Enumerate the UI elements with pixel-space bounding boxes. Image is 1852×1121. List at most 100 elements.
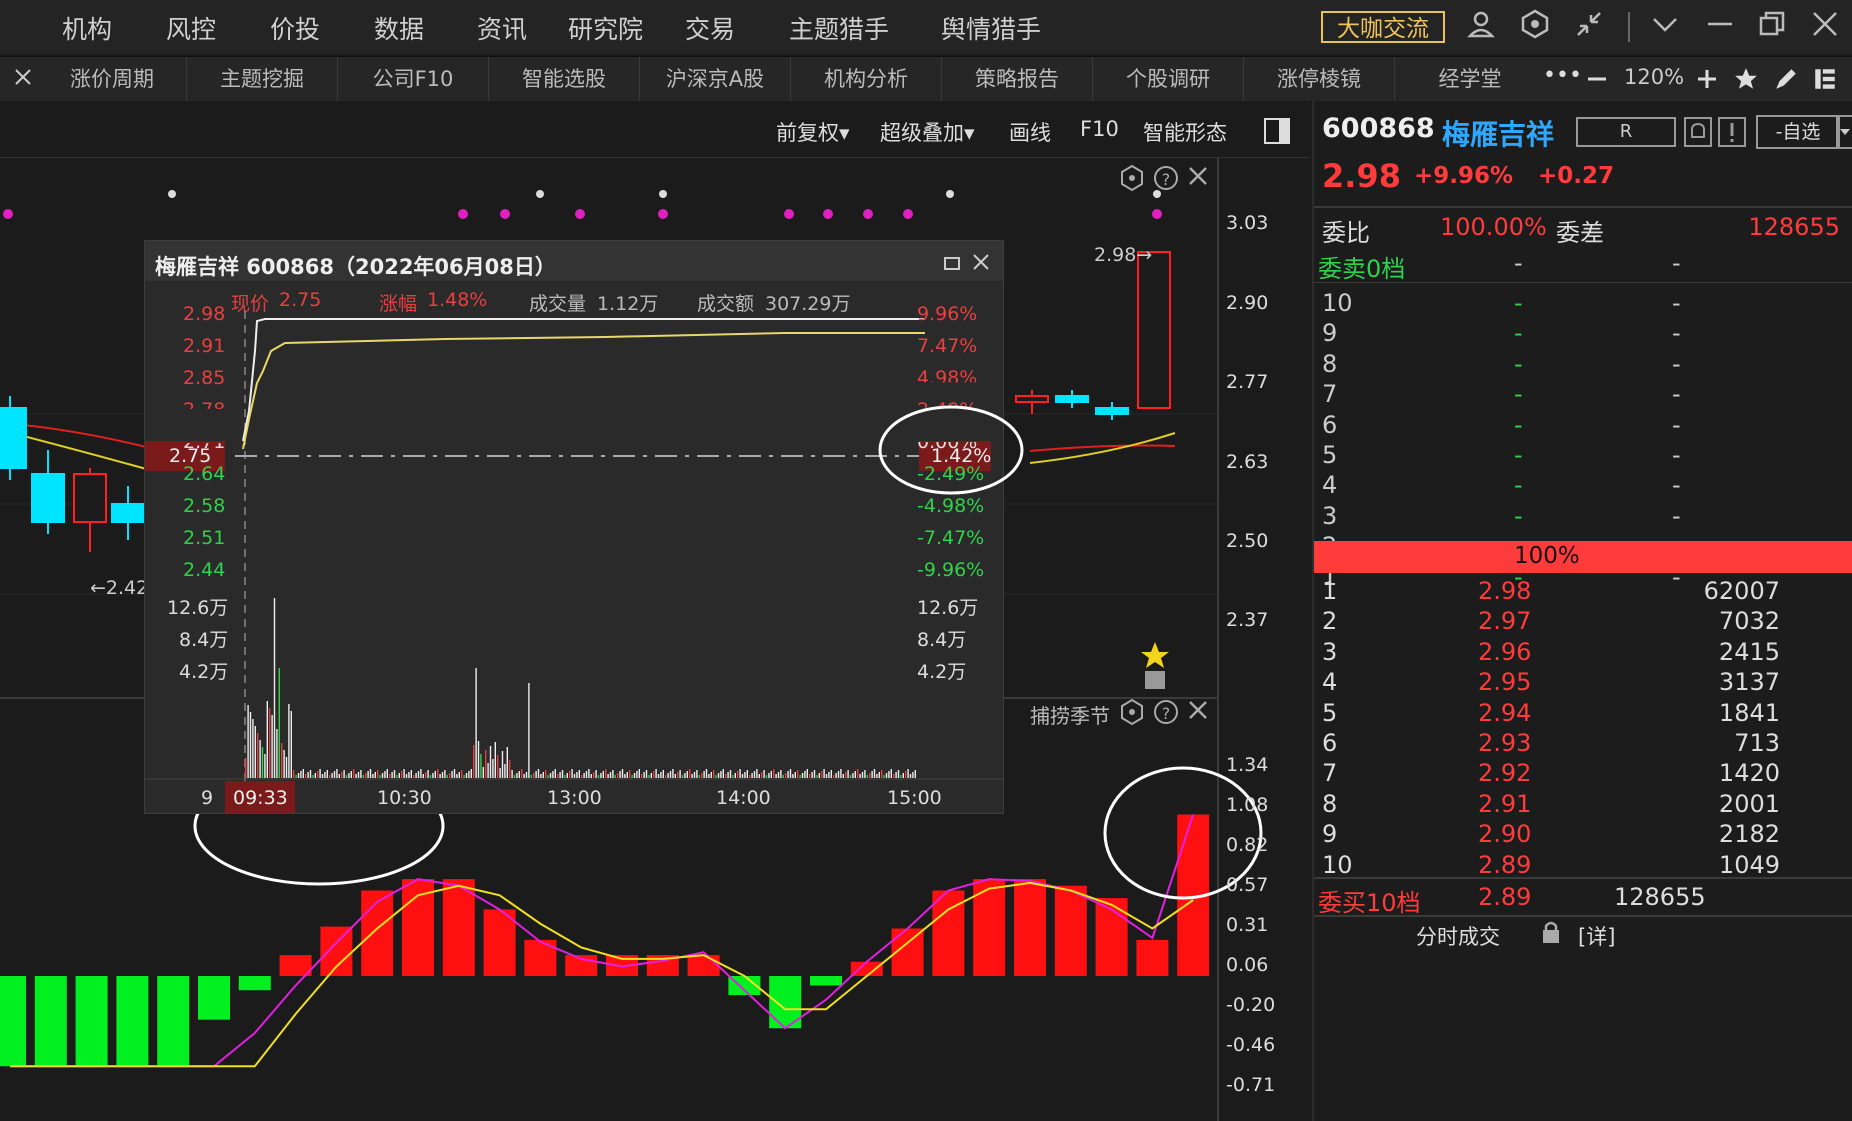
ask-volume: - <box>1672 441 1681 469</box>
buy-footer-vol: 128655 <box>1614 883 1706 911</box>
popup-volume-bar <box>384 771 386 778</box>
watchlist-dropdown-icon[interactable] <box>1836 115 1852 153</box>
candle-body <box>73 473 107 523</box>
popup-volume-bar <box>605 769 607 778</box>
zoom-out-icon[interactable] <box>1585 67 1609 95</box>
tab-jingxuetang[interactable]: 经学堂 <box>1395 57 1545 101</box>
popup-volume-bar <box>324 772 326 778</box>
popup-volume-bar <box>441 772 444 778</box>
popup-volume-bar <box>729 770 732 778</box>
popup-left-axis: 2.85 <box>183 367 226 389</box>
pen-icon[interactable] <box>1773 66 1799 96</box>
tick-trade-tab[interactable]: 分时成交 <box>1416 921 1500 951</box>
tab-zhangjia[interactable]: 涨价周期 <box>38 57 187 101</box>
draw-line-button[interactable]: 画线 <box>1009 117 1051 147</box>
popup-volume-bar <box>497 755 499 778</box>
popup-volume-bar <box>777 772 780 778</box>
close-tab-icon[interactable] <box>12 66 34 92</box>
settings-hex-icon[interactable] <box>1520 9 1550 46</box>
popup-volume-bar <box>765 775 768 778</box>
star-icon[interactable] <box>1733 66 1759 96</box>
tab-xuangu[interactable]: 智能选股 <box>489 57 640 101</box>
tab-celue[interactable]: 策略报告 <box>942 57 1093 101</box>
event-star-icon[interactable] <box>1141 642 1169 689</box>
popup-volume-bar <box>420 769 422 778</box>
popup-vol-axis: 8.4万 <box>179 629 229 651</box>
popup-volume-bar <box>269 708 271 778</box>
watchlist-button[interactable]: -自选 <box>1756 115 1840 149</box>
warning-icon[interactable] <box>1718 117 1746 151</box>
more-tabs-button[interactable]: ••• <box>1543 63 1582 88</box>
close-window-icon[interactable] <box>1810 9 1840 46</box>
menu-item-jiaoyi[interactable]: 交易 <box>685 10 735 46</box>
intraday-chart[interactable] <box>145 241 1003 813</box>
stock-name[interactable]: 梅雁吉祥 <box>1442 113 1554 153</box>
detail-link[interactable]: [详] <box>1578 921 1615 951</box>
menu-item-fengkong[interactable]: 风控 <box>166 10 216 46</box>
popup-volume-bar <box>617 773 619 778</box>
popup-volume-bar <box>770 771 772 778</box>
popup-volume-bar <box>768 773 770 778</box>
shrink-icon[interactable] <box>1574 9 1604 46</box>
ask-price: - <box>1514 471 1523 500</box>
restore-icon[interactable] <box>1757 9 1787 46</box>
menu-item-jigou[interactable]: 机构 <box>62 10 112 46</box>
f10-button[interactable]: F10 <box>1080 117 1119 141</box>
popup-volume-bar <box>408 772 410 778</box>
daka-button[interactable]: 大咖交流 <box>1321 11 1445 43</box>
ask-volume: - <box>1672 410 1681 439</box>
tab-zhuti[interactable]: 主题挖掘 <box>187 57 338 101</box>
pattern-button[interactable]: 智能形态 <box>1143 117 1227 147</box>
popup-volume-bar <box>840 769 842 778</box>
popup-volume-bar <box>873 769 876 778</box>
kline-close-icons[interactable]: ? <box>1121 164 1207 192</box>
popup-volume-bar <box>499 768 501 778</box>
menu-item-jiatou[interactable]: 价投 <box>270 10 320 46</box>
popup-volume-bar <box>429 775 432 778</box>
popup-vol-axis-right: 12.6万 <box>917 597 979 619</box>
popup-volume-bar <box>415 773 417 778</box>
popup-volume-bar <box>600 773 602 778</box>
ask-volume: - <box>1672 319 1681 348</box>
alert-bell-icon[interactable] <box>1684 117 1712 151</box>
tab-jigou[interactable]: 机构分析 <box>791 57 942 101</box>
lock-icon[interactable] <box>1540 919 1562 949</box>
macd-close-icons[interactable]: ? <box>1121 698 1207 726</box>
fuquan-dropdown[interactable]: 前复权▾ <box>776 117 850 147</box>
kline-high-label: 2.98→ <box>1094 244 1153 266</box>
user-icon[interactable] <box>1466 9 1496 46</box>
popup-volume-bar <box>307 772 309 778</box>
menu-item-zixun[interactable]: 资讯 <box>477 10 527 46</box>
ask-level: 5 <box>1322 441 1338 469</box>
overlay-dropdown[interactable]: 超级叠加▾ <box>880 117 975 147</box>
popup-volume-bar <box>811 772 813 778</box>
tab-diaoyan[interactable]: 个股调研 <box>1093 57 1244 101</box>
popup-volume-bar <box>362 775 364 778</box>
popup-volume-bar <box>348 773 350 778</box>
popup-volume-bar <box>722 769 724 778</box>
menu-item-yuqing[interactable]: 舆情猎手 <box>941 10 1041 46</box>
panel-toggle-icon[interactable] <box>1263 117 1291 149</box>
popup-volume-bar <box>523 774 525 778</box>
popup-volume-bar <box>401 771 403 778</box>
price-axis-label: 3.03 <box>1226 212 1269 234</box>
macd-indicator-name[interactable]: 捕捞季节 <box>1030 700 1110 729</box>
bid-volume: 713 <box>1734 729 1780 757</box>
divider <box>1314 915 1852 917</box>
popup-volume-bar <box>513 775 516 778</box>
popup-volume-bar <box>309 770 312 778</box>
menu-item-shuju[interactable]: 数据 <box>374 10 424 46</box>
zoom-in-icon[interactable] <box>1695 67 1719 95</box>
intraday-popup[interactable]: 梅雁吉祥 600868（2022年06月08日） 现价 2.75 涨幅 1.48… <box>144 240 1004 814</box>
tab-f10[interactable]: 公司F10 <box>338 57 489 101</box>
layout-icon[interactable] <box>1812 66 1838 96</box>
popup-volume-bar <box>684 773 686 778</box>
chevron-down-icon[interactable] <box>1650 9 1680 46</box>
r-badge[interactable]: R <box>1576 117 1676 147</box>
popup-volume-bar <box>264 754 266 778</box>
menu-item-zhuti[interactable]: 主题猎手 <box>789 10 889 46</box>
tab-lengjing[interactable]: 涨停棱镜 <box>1244 57 1395 101</box>
menu-item-yanjiuyuan[interactable]: 研究院 <box>568 10 643 46</box>
tab-agu[interactable]: 沪深京A股 <box>640 57 791 101</box>
minimize-icon[interactable] <box>1705 9 1735 46</box>
